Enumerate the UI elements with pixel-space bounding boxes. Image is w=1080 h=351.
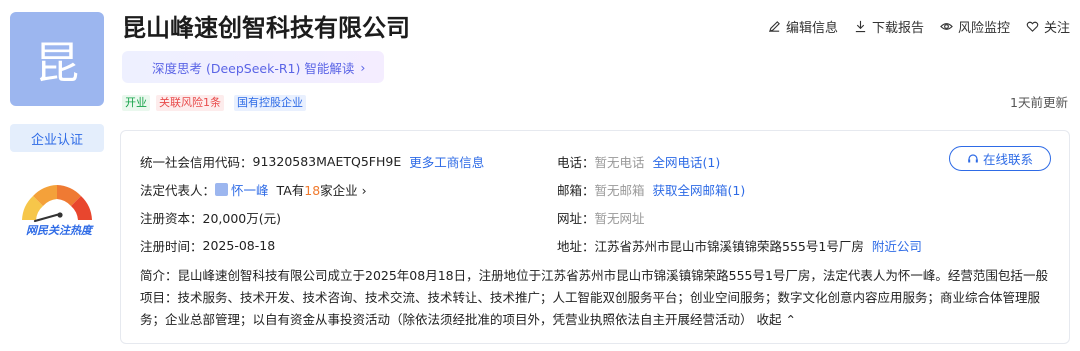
legal-rep-label: 法定代表人： bbox=[140, 183, 216, 198]
intro-text: 简介：昆山峰速创智科技有限公司成立于2025年08月18日，注册地位于江苏省苏州… bbox=[140, 268, 1048, 327]
website-label: 网址： bbox=[557, 211, 595, 226]
update-time: 1天前更新 bbox=[1010, 95, 1068, 110]
status-badge: 开业 bbox=[122, 95, 150, 111]
date-value: 2025-08-18 bbox=[202, 238, 276, 253]
online-contact-button[interactable]: 在线联系 bbox=[949, 146, 1051, 171]
credit-code-value: 91320583MAETQ5FH9E bbox=[252, 154, 402, 169]
edit-icon bbox=[768, 21, 780, 33]
ta-suffix: 家企业 › bbox=[320, 183, 367, 198]
info-card: 统一社会信用代码： 91320583MAETQ5FH9E 更多工商信息 法定代表… bbox=[120, 130, 1070, 344]
email-value: 暂无邮箱 bbox=[594, 183, 645, 198]
legal-rep-link[interactable]: 怀一峰 bbox=[231, 180, 269, 199]
address-row: 地址： 江苏省苏州市昆山市锦溪镇锦荣路555号1号厂房 附近公司 bbox=[557, 236, 922, 255]
headset-icon bbox=[968, 153, 978, 162]
phone-label: 电话： bbox=[557, 155, 595, 170]
verify-button[interactable]: 企业认证 bbox=[10, 124, 104, 152]
type-badge: 国有控股企业 bbox=[234, 95, 306, 111]
heat-label: 网民关注热度 bbox=[26, 224, 92, 237]
capital-value: 20,000万(元) bbox=[202, 211, 282, 226]
download-icon bbox=[855, 20, 866, 33]
follow-button[interactable]: 关注 bbox=[1026, 17, 1070, 36]
credit-code-row: 统一社会信用代码： 91320583MAETQ5FH9E 更多工商信息 bbox=[140, 152, 484, 171]
email-row: 邮箱： 暂无邮箱 获取全网邮箱(1) bbox=[557, 180, 745, 199]
all-phones-link[interactable]: 全网电话(1) bbox=[653, 152, 721, 171]
address-label: 地址： bbox=[557, 239, 595, 254]
date-label: 注册时间： bbox=[140, 239, 203, 254]
more-business-info-link[interactable]: 更多工商信息 bbox=[409, 152, 484, 171]
company-intro: 简介：昆山峰速创智科技有限公司成立于2025年08月18日，注册地位于江苏省苏州… bbox=[140, 265, 1060, 331]
risk-badge[interactable]: 关联风险1条 bbox=[156, 95, 224, 111]
eye-icon bbox=[940, 23, 953, 30]
date-row: 注册时间： 2025-08-18 bbox=[140, 236, 275, 255]
ai-banner-label: 深度思考 (DeepSeek-R1) 智能解读 bbox=[152, 60, 355, 76]
heart-icon bbox=[1026, 21, 1039, 32]
ta-prefix: TA有 bbox=[276, 183, 305, 198]
company-logo: 昆 bbox=[10, 12, 104, 106]
capital-row: 注册资本： 20,000万(元) bbox=[140, 208, 281, 227]
download-report-label: 下载报告 bbox=[871, 21, 924, 36]
avatar bbox=[215, 183, 229, 196]
related-companies-link[interactable]: TA有18家企业 › bbox=[277, 180, 367, 199]
follow-label: 关注 bbox=[1043, 21, 1070, 36]
legal-rep-row: 法定代表人： 怀一峰 TA有18家企业 › bbox=[140, 180, 367, 199]
capital-label: 注册资本： bbox=[140, 211, 203, 226]
online-contact-label: 在线联系 bbox=[982, 152, 1033, 167]
risk-monitor-button[interactable]: 风险监控 bbox=[940, 17, 1010, 36]
logo-char: 昆 bbox=[35, 38, 79, 89]
ta-count: 18 bbox=[304, 183, 321, 198]
chevron-right-icon: › bbox=[360, 59, 366, 75]
website-row: 网址： 暂无网址 bbox=[557, 208, 645, 227]
edit-info-label: 编辑信息 bbox=[785, 21, 838, 36]
phone-row: 电话： 暂无电话 全网电话(1) bbox=[557, 152, 720, 171]
company-tags: 开业 关联风险1条 国有控股企业 bbox=[122, 95, 306, 111]
risk-monitor-label: 风险监控 bbox=[957, 21, 1010, 36]
header-actions: 编辑信息 下载报告 风险监控 关注 bbox=[768, 17, 1070, 36]
nearby-companies-link[interactable]: 附近公司 bbox=[872, 236, 922, 255]
website-value: 暂无网址 bbox=[594, 211, 645, 226]
collapse-link[interactable]: 收起 ⌃ bbox=[757, 312, 796, 327]
credit-code-label: 统一社会信用代码： bbox=[140, 155, 253, 170]
phone-value: 暂无电话 bbox=[594, 155, 645, 170]
email-label: 邮箱： bbox=[557, 183, 595, 198]
ai-interpret-banner[interactable]: 深度思考 (DeepSeek-R1) 智能解读 › bbox=[122, 51, 384, 83]
edit-info-button[interactable]: 编辑信息 bbox=[768, 17, 838, 36]
download-report-button[interactable]: 下载报告 bbox=[854, 17, 924, 36]
address-value: 江苏省苏州市昆山市锦溪镇锦荣路555号1号厂房 bbox=[594, 239, 864, 254]
all-emails-link[interactable]: 获取全网邮箱(1) bbox=[653, 180, 746, 199]
company-name: 昆山峰速创智科技有限公司 bbox=[122, 14, 410, 42]
